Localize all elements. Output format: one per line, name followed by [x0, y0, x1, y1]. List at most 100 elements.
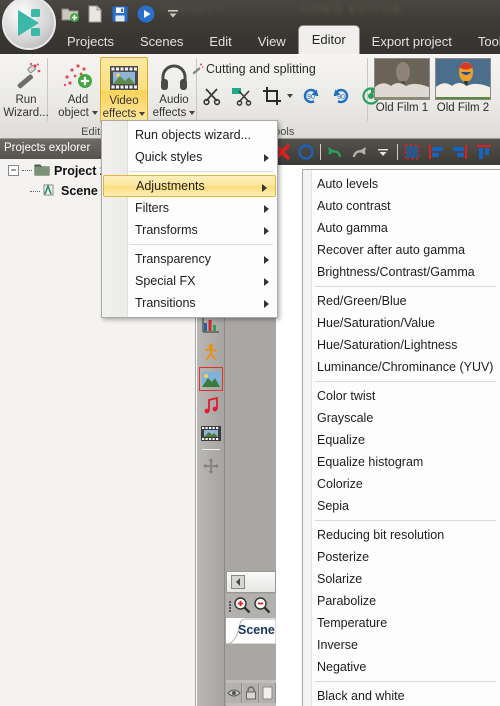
tab-scenes[interactable]: Scenes	[127, 29, 196, 54]
submenu-item-auto-gamma[interactable]: Auto gamma	[303, 217, 500, 239]
chevron-down-icon[interactable]	[139, 111, 146, 116]
submenu-item-parabolize[interactable]: Parabolize	[303, 590, 500, 612]
crop-chevron-down-icon[interactable]	[287, 94, 293, 98]
video-effects-dropdown-menu[interactable]: Run objects wizard... Quick styles Adjus…	[101, 120, 278, 318]
eye-icon[interactable]	[226, 683, 242, 703]
submenu-item-label: Inverse	[317, 638, 358, 652]
submenu-item-label: Equalize histogram	[317, 455, 424, 469]
submenu-item-equalize-histogram[interactable]: Equalize histogram	[303, 451, 500, 473]
sprite-tool-icon[interactable]	[200, 341, 222, 363]
audio-tool-icon[interactable]	[200, 395, 222, 417]
submenu-item-negative[interactable]: Negative	[303, 656, 500, 678]
submenu-item-label: Reducing bit resolution	[317, 528, 445, 542]
submenu-item-temperature[interactable]: Temperature	[303, 612, 500, 634]
submenu-item-posterize[interactable]: Posterize	[303, 546, 500, 568]
timeline-scene-tab[interactable]: Scene 0	[226, 618, 276, 644]
tab-editor[interactable]: Editor	[298, 26, 359, 54]
submenu-item-hue-saturation-value[interactable]: Hue/Saturation/Value	[303, 312, 500, 334]
tab-projects[interactable]: Projects	[54, 29, 127, 54]
tab-edit[interactable]: Edit	[196, 29, 244, 54]
menu-item-label: Transforms	[135, 223, 198, 237]
submenu-item-brightness-contrast-gamma[interactable]: Brightness/Contrast/Gamma	[303, 261, 500, 283]
move-tool-icon[interactable]	[200, 455, 222, 477]
submenu-item-auto-levels[interactable]: Auto levels	[303, 173, 500, 195]
rotate-right-90-icon[interactable]: 90	[329, 84, 353, 108]
submenu-item-colorize[interactable]: Colorize	[303, 473, 500, 495]
select-all-icon[interactable]	[402, 142, 422, 162]
crop-icon[interactable]	[260, 84, 284, 108]
submenu-item-inverse[interactable]: Inverse	[303, 634, 500, 656]
image-tool-icon[interactable]	[198, 367, 223, 391]
save-icon[interactable]	[110, 4, 130, 24]
cutting-tools-row: 90 90	[200, 84, 392, 108]
submenu-item-color-twist[interactable]: Color twist	[303, 385, 500, 407]
submenu-item-black-and-white[interactable]: Black and white	[303, 685, 500, 706]
tab-view[interactable]: View	[245, 29, 299, 54]
timeline-track-header-icons[interactable]	[226, 680, 276, 706]
submenu-item-hue-saturation-lightness[interactable]: Hue/Saturation/Lightness	[303, 334, 500, 356]
add-object-label-1: Add	[67, 94, 89, 106]
main-tab-bar[interactable]: Projects Scenes Edit View Editor Export …	[54, 26, 500, 54]
submenu-item-red-green-blue[interactable]: Red/Green/Blue	[303, 290, 500, 312]
video-tool-icon[interactable]	[200, 422, 222, 444]
menu-item-run-objects-wizard[interactable]: Run objects wizard...	[102, 124, 277, 146]
submenu-item-solarize[interactable]: Solarize	[303, 568, 500, 590]
customize-toolbar-icon[interactable]	[166, 7, 180, 21]
menu-item-filters[interactable]: Filters	[102, 197, 277, 219]
chevron-down-icon[interactable]	[189, 110, 196, 115]
submenu-item-grayscale[interactable]: Grayscale	[303, 407, 500, 429]
new-project-icon[interactable]	[60, 4, 80, 24]
submenu-item-sepia[interactable]: Sepia	[303, 495, 500, 517]
menu-item-quick-styles[interactable]: Quick styles	[102, 146, 277, 168]
toolbar-divider	[201, 449, 220, 450]
submenu-item-label: Parabolize	[317, 594, 377, 608]
run-wizard-label-1: Run	[15, 94, 37, 106]
submenu-item-equalize[interactable]: Equalize	[303, 429, 500, 451]
submenu-item-recover-after-auto-gamma[interactable]: Recover after auto gamma	[303, 239, 500, 261]
submenu-item-reducing-bit-resolution[interactable]: Reducing bit resolution	[303, 524, 500, 546]
add-object-label-2: object	[58, 107, 89, 119]
undo-icon[interactable]	[325, 142, 345, 162]
tree-expander-icon[interactable]: −	[8, 165, 19, 176]
run-wizard-button[interactable]: Run Wizard...	[0, 57, 52, 123]
adjustments-submenu[interactable]: Auto levels Auto contrast Auto gamma Rec…	[302, 169, 500, 706]
timeline-zoom-controls[interactable]	[226, 594, 276, 618]
folder-icon	[34, 162, 50, 179]
video-effects-button[interactable]: Video effects	[100, 57, 148, 123]
submenu-item-label: Black and white	[317, 689, 405, 703]
split-scissors-icon[interactable]	[230, 84, 254, 108]
menu-item-transitions[interactable]: Transitions	[102, 292, 277, 314]
more-options-icon[interactable]	[373, 142, 393, 162]
effect-thumbnail-old-film-2[interactable]: Old Film 2	[435, 58, 491, 114]
rotate-left-90-icon[interactable]: 90	[299, 84, 323, 108]
menu-item-adjustments[interactable]: Adjustments	[103, 175, 276, 197]
play-icon[interactable]	[136, 4, 156, 24]
object-toolbar-icons[interactable]	[272, 141, 500, 163]
zoom-in-icon[interactable]	[233, 596, 251, 617]
circle-icon[interactable]	[296, 142, 316, 162]
menu-item-special-fx[interactable]: Special FX	[102, 270, 277, 292]
submenu-item-luminance-chrominance-yuv[interactable]: Luminance/Chrominance (YUV)	[303, 356, 500, 378]
new-document-icon[interactable]	[85, 4, 105, 24]
zoom-out-icon[interactable]	[253, 596, 271, 617]
menu-item-transparency[interactable]: Transparency	[102, 248, 277, 270]
scissors-icon[interactable]	[200, 84, 224, 108]
redo-icon[interactable]	[349, 142, 369, 162]
submenu-item-auto-contrast[interactable]: Auto contrast	[303, 195, 500, 217]
lock-icon[interactable]	[243, 683, 259, 703]
tab-tools[interactable]: Tools	[465, 29, 500, 54]
align-left-icon[interactable]	[426, 142, 446, 162]
submenu-arrow-icon	[264, 227, 269, 235]
drag-handle-dots[interactable]	[229, 600, 231, 612]
align-right-icon[interactable]	[450, 142, 470, 162]
collapse-panel-button[interactable]	[226, 571, 276, 593]
align-top-icon[interactable]	[474, 142, 494, 162]
add-object-button[interactable]: Add object	[52, 57, 104, 123]
layer-icon[interactable]	[260, 683, 276, 703]
menu-item-transforms[interactable]: Transforms	[102, 219, 277, 241]
tab-export-project[interactable]: Export project	[359, 29, 465, 54]
menu-item-label: Transitions	[135, 296, 196, 310]
app-logo[interactable]	[2, 0, 56, 50]
effect-thumbnail-old-film-1[interactable]: Old Film 1	[374, 58, 430, 114]
chevron-down-icon[interactable]	[91, 110, 98, 115]
